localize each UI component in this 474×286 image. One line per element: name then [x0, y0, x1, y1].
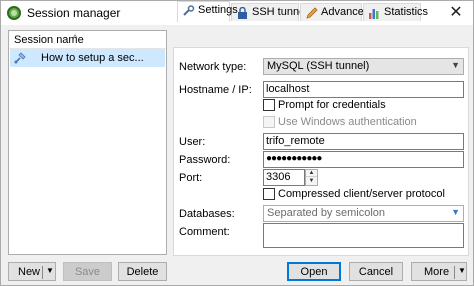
tab-advanced[interactable]: Advanced	[300, 3, 370, 21]
bar-chart-icon	[369, 9, 379, 19]
port-label: Port:	[179, 172, 203, 184]
session-name-column-header[interactable]: Session name ^	[9, 31, 166, 49]
session-item-label: How to setup a sec...	[41, 52, 144, 64]
user-label: User:	[179, 136, 206, 148]
tab-ssh-tunnel[interactable]: SSH tunnel	[231, 3, 308, 21]
hostname-input[interactable]: localhost	[263, 81, 464, 98]
sort-ascending-icon: ^	[73, 33, 78, 43]
spin-up-icon[interactable]: ▲	[306, 170, 317, 177]
split-divider	[42, 266, 43, 279]
new-button-label: New	[18, 266, 41, 278]
app-logo-icon	[7, 6, 21, 20]
chevron-down-icon[interactable]: ▼	[46, 266, 54, 275]
delete-button[interactable]: Delete	[118, 262, 167, 281]
compressed-protocol-label[interactable]: Compressed client/server protocol	[278, 188, 445, 200]
split-divider	[454, 266, 455, 279]
user-input[interactable]: trifo_remote	[263, 133, 464, 150]
chevron-down-icon: ▼	[451, 207, 460, 217]
more-button[interactable]: More ▼	[411, 262, 467, 281]
compressed-protocol-checkbox[interactable]	[263, 188, 275, 200]
network-type-select[interactable]: MySQL (SSH tunnel) ▼	[263, 58, 464, 75]
open-button[interactable]: Open	[287, 262, 341, 281]
windows-auth-checkbox[interactable]	[263, 116, 275, 128]
databases-select[interactable]: Separated by semicolon ▼	[263, 205, 464, 222]
tab-label: Statistics	[384, 6, 429, 18]
wrench-icon	[183, 5, 195, 16]
password-input[interactable]: ●●●●●●●●●●●	[263, 151, 464, 168]
windows-auth-label: Use Windows authentication	[278, 116, 417, 128]
port-stepper[interactable]: ▲ ▼	[305, 169, 318, 186]
tab-settings[interactable]: Settings	[177, 1, 238, 22]
prompt-credentials-label[interactable]: Prompt for credentials	[278, 99, 386, 111]
password-label: Password:	[179, 154, 231, 166]
close-button[interactable]: ✕	[443, 3, 469, 23]
session-list-item[interactable]: How to setup a sec...	[10, 49, 165, 67]
tab-label: Settings	[198, 4, 238, 16]
spin-down-icon[interactable]: ▼	[306, 178, 317, 185]
save-button[interactable]: Save	[63, 262, 112, 281]
cancel-button[interactable]: Cancel	[349, 262, 403, 281]
hostname-label: Hostname / IP:	[179, 84, 252, 96]
chevron-down-icon: ▼	[451, 60, 460, 70]
window-title: Session manager	[27, 6, 121, 20]
tab-statistics[interactable]: Statistics	[363, 3, 428, 21]
databases-placeholder: Separated by semicolon	[267, 207, 386, 219]
network-type-label: Network type:	[179, 61, 247, 73]
connection-plug-icon	[14, 52, 26, 64]
pencil-icon	[306, 7, 318, 19]
new-button[interactable]: New ▼	[8, 262, 56, 281]
session-list[interactable]: Session name ^ How to setup a sec...	[8, 30, 167, 255]
databases-label: Databases:	[179, 208, 235, 220]
more-button-label: More	[424, 266, 450, 278]
chevron-down-icon[interactable]: ▼	[458, 266, 466, 275]
prompt-credentials-checkbox[interactable]	[263, 99, 275, 111]
comment-label: Comment:	[179, 226, 230, 238]
settings-panel: Network type: MySQL (SSH tunnel) ▼ Hostn…	[173, 47, 469, 256]
comment-textarea[interactable]	[263, 223, 464, 248]
network-type-value: MySQL (SSH tunnel)	[267, 60, 370, 72]
session-manager-window: Session manager ✕ Session name ^ How to …	[0, 0, 474, 286]
port-input[interactable]: 3306	[263, 169, 305, 186]
